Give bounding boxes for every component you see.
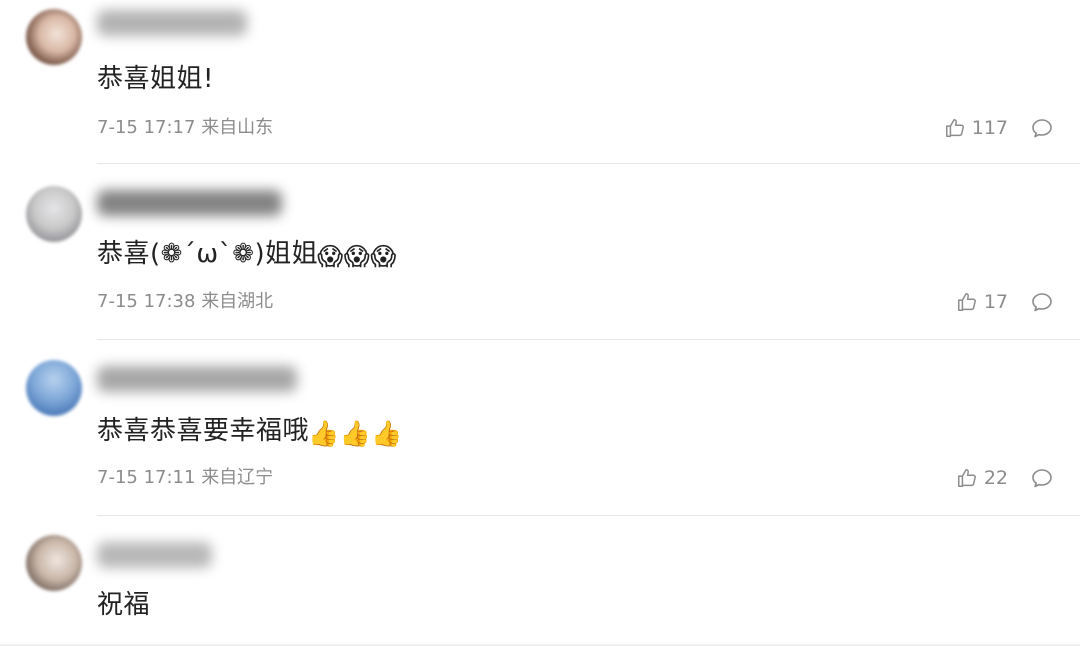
divider bbox=[97, 163, 1080, 164]
comment-text-body: 恭喜(❁´ω`❁)姐姐 bbox=[97, 239, 319, 269]
thumbs-up-icon bbox=[957, 469, 976, 487]
comment-actions: 17 bbox=[956, 288, 1054, 316]
comment-meta: 7-15 17:38 来自湖北 bbox=[97, 290, 273, 314]
comment-actions: 22 bbox=[956, 464, 1054, 492]
bottom-divider bbox=[0, 644, 1080, 646]
like-count: 22 bbox=[983, 467, 1008, 489]
reply-button[interactable] bbox=[1030, 116, 1054, 140]
reply-button[interactable] bbox=[1030, 466, 1054, 490]
reply-button[interactable] bbox=[1030, 290, 1054, 314]
thumbs-up-icon bbox=[945, 119, 964, 137]
avatar[interactable] bbox=[26, 9, 82, 65]
comment-location: 来自辽宁 bbox=[201, 467, 274, 488]
username[interactable] bbox=[97, 190, 282, 216]
like-button[interactable]: 17 bbox=[956, 291, 1008, 313]
comment-time: 7-15 17:17 bbox=[97, 117, 196, 138]
like-count: 117 bbox=[971, 117, 1008, 139]
like-button[interactable]: 117 bbox=[944, 117, 1008, 139]
username[interactable] bbox=[97, 542, 212, 568]
divider bbox=[97, 339, 1080, 340]
comment-bubble-icon bbox=[1032, 119, 1052, 138]
comment-text-body: 祝福 bbox=[97, 590, 151, 620]
comment-bubble-icon bbox=[1032, 293, 1052, 312]
emoji-group: 😱😱😱 bbox=[317, 242, 397, 271]
comment-list: 恭喜姐姐! 7-15 17:17 来自山东 117 恭喜(❁´ω`❁)姐姐😱😱😱… bbox=[0, 0, 1080, 650]
like-button[interactable]: 22 bbox=[956, 467, 1008, 489]
comment-location: 来自山东 bbox=[201, 117, 274, 138]
comment-text-body: 恭喜姐姐! bbox=[97, 64, 214, 94]
emoji-group: 👍👍👍 bbox=[308, 419, 403, 448]
comment-location: 来自湖北 bbox=[201, 291, 274, 312]
comment-actions: 117 bbox=[944, 114, 1054, 142]
comment-text: 恭喜姐姐! bbox=[97, 61, 214, 97]
like-count: 17 bbox=[983, 291, 1008, 313]
comment-time: 7-15 17:11 bbox=[97, 467, 196, 488]
username[interactable] bbox=[97, 366, 297, 392]
comment-meta: 7-15 17:17 来自山东 bbox=[97, 116, 273, 140]
avatar[interactable] bbox=[26, 535, 82, 591]
thumbs-up-icon bbox=[957, 293, 976, 311]
username[interactable] bbox=[97, 10, 247, 36]
comment-time: 7-15 17:38 bbox=[97, 291, 196, 312]
avatar[interactable] bbox=[26, 186, 82, 242]
comment-meta: 7-15 17:11 来自辽宁 bbox=[97, 466, 273, 490]
comment-text-body: 恭喜恭喜要幸福哦 bbox=[97, 416, 310, 446]
avatar[interactable] bbox=[26, 360, 82, 416]
comment-text: 恭喜恭喜要幸福哦👍👍👍 bbox=[97, 413, 403, 449]
comment-bubble-icon bbox=[1032, 469, 1052, 488]
divider bbox=[97, 515, 1080, 516]
comment-text: 祝福 bbox=[97, 587, 150, 623]
comment-text: 恭喜(❁´ω`❁)姐姐😱😱😱 bbox=[97, 236, 397, 272]
